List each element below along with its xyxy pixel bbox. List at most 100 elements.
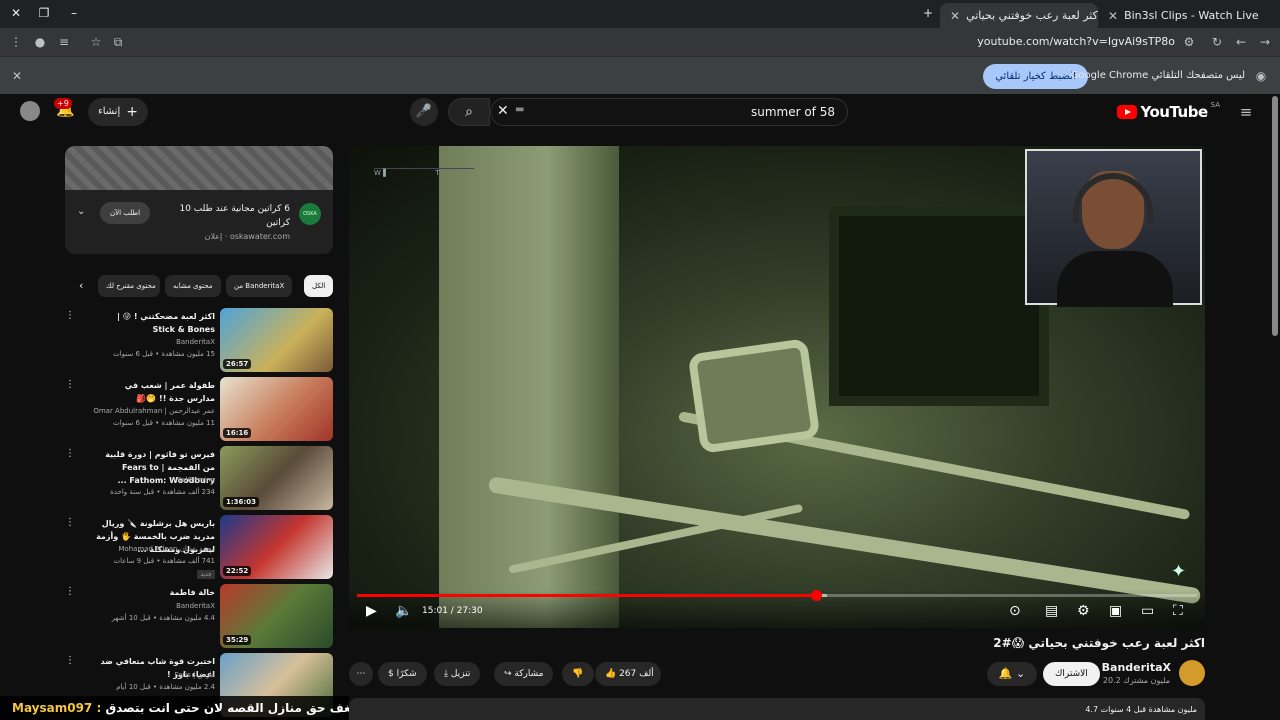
back-icon[interactable]: ← <box>1233 34 1249 50</box>
hamburger-menu-icon[interactable]: ≡ <box>1238 104 1254 120</box>
thumbs-down-icon: 👎 <box>572 669 584 679</box>
browser-tab-strip: ✕ ❐ – ✕ Bin3sl Clips - Watch Live on Kic… <box>0 0 1280 28</box>
list-item[interactable]: 1:36:03 فيرس تو فاثوم | دورة قلبية من ال… <box>65 446 333 510</box>
video-thumbnail[interactable]: 1:36:03 <box>220 446 333 510</box>
channel-name-text: BanderitaX <box>1101 661 1171 674</box>
notification-bell-button[interactable]: 🔔 ⌄ <box>987 662 1037 686</box>
new-badge: جديد <box>197 570 215 579</box>
clear-search-icon[interactable]: ✕ <box>497 103 509 119</box>
rec-channel: BanderitaX <box>176 338 215 346</box>
list-item[interactable]: 22:52 باريس هل برشلونة 🔪 وريال مدريد ضرب… <box>65 515 333 579</box>
miniplayer-icon[interactable]: ▣ <box>1109 603 1122 619</box>
close-icon[interactable]: ✕ <box>950 9 960 23</box>
ad-order-button[interactable]: اطلب الآن <box>100 202 151 224</box>
chevron-left-icon[interactable]: ‹ <box>71 275 91 297</box>
more-options-icon[interactable]: ⋮ <box>65 517 75 528</box>
default-browser-infobar: ✕ الضبط كخيار تلقائي Google Chrome ليس م… <box>0 56 1280 94</box>
share-label: مشاركة <box>514 669 544 679</box>
fullscreen-icon[interactable]: ⛶ <box>1173 603 1183 619</box>
tab-label: (222) اكثر لعبة رعب خوفتني بحياتي <box>966 9 1098 22</box>
close-window-icon[interactable]: ✕ <box>6 6 26 20</box>
search-icon[interactable]: ⌕ <box>448 98 490 126</box>
restore-window-icon[interactable]: ❐ <box>34 6 54 20</box>
list-item[interactable]: 16:16 طفولة عمر | شعب في مدارس جدة !! 🤭🎒… <box>65 377 333 441</box>
filter-chips: الكل من BanderitaX محتوى مشابه محتوى مقت… <box>65 275 334 297</box>
subscribe-button[interactable]: الاشتراك <box>1043 662 1100 686</box>
close-icon[interactable]: ✕ <box>9 68 25 84</box>
more-options-icon[interactable]: ⋮ <box>65 448 75 459</box>
search-query: summer of 58 <box>750 105 835 119</box>
description-box[interactable]: 4.7 مليون مشاهدة قبل 4 سنوات <box>349 698 1205 720</box>
share-button[interactable]: ↪ مشاركة <box>494 662 554 686</box>
forward-icon[interactable]: → <box>1257 34 1273 50</box>
chat-message: شغف حق منازل القصه لان حتى انت بتصدق <box>105 701 349 715</box>
duration-badge: 26:57 <box>223 359 252 369</box>
close-icon[interactable]: ✕ <box>1108 9 1118 23</box>
thanks-button[interactable]: $ شكرًا <box>378 662 427 686</box>
video-thumbnail[interactable]: 35:29 <box>220 584 333 648</box>
video-thumbnail[interactable]: 16:16 <box>220 377 333 441</box>
keyboard-icon[interactable]: ▬ <box>515 104 524 115</box>
chip-all[interactable]: الكل <box>304 275 334 297</box>
theater-mode-icon[interactable]: ▭ <box>1141 603 1154 619</box>
create-button[interactable]: إنشاء + <box>88 98 148 126</box>
play-icon[interactable]: ▶ <box>366 603 377 619</box>
chat-username: Maysam097 : <box>12 701 102 715</box>
more-options-icon[interactable]: ⋮ <box>65 310 75 321</box>
subtitles-icon[interactable]: ▤ <box>1045 603 1058 619</box>
install-icon[interactable]: ⧉ <box>110 34 126 50</box>
views-and-date: 4.7 مليون مشاهدة قبل 4 سنوات <box>1085 705 1197 714</box>
search-input[interactable]: ✕ ▬ summer of 58 <box>490 98 848 126</box>
more-options-icon[interactable]: ⋮ <box>65 586 75 597</box>
progress-bar[interactable] <box>357 590 1197 601</box>
avatar[interactable] <box>20 101 40 121</box>
reload-icon[interactable]: ↻ <box>1209 34 1225 50</box>
download-button[interactable]: ⤓ تنزيل <box>434 662 481 686</box>
new-tab-icon[interactable]: + <box>918 6 938 20</box>
minimize-window-icon[interactable]: – <box>64 6 84 20</box>
tab-kick[interactable]: ✕ Bin3sl Clips - Watch Live on Kick K <box>1098 3 1258 28</box>
chip-from-channel[interactable]: من BanderitaX <box>226 275 293 297</box>
rec-title: خالة فاطمة <box>169 588 215 597</box>
bed-headboard <box>687 338 821 454</box>
channel-name[interactable]: ✔ BanderitaX <box>1092 661 1171 674</box>
profile-icon[interactable]: ● <box>32 34 48 50</box>
played-bar <box>357 594 816 597</box>
rec-channel: عمر عبدالرحمن | Omar Abdulrahman <box>93 407 215 415</box>
headphones <box>1073 173 1153 223</box>
more-actions-button[interactable]: ⋯ <box>349 662 373 686</box>
site-settings-icon[interactable]: ⚙ <box>1181 34 1197 50</box>
autoplay-toggle-icon[interactable]: ⊙ <box>1009 603 1021 619</box>
more-options-icon[interactable]: ⋮ <box>65 655 75 666</box>
menu-icon[interactable]: ⋮ <box>8 34 24 50</box>
video-thumbnail[interactable]: 26:57 <box>220 308 333 372</box>
dislike-button[interactable]: 👎 <box>562 662 594 686</box>
rec-channel: فارس | Faris <box>174 671 215 679</box>
thanks-icon: $ <box>388 669 397 679</box>
page-scrollbar[interactable] <box>1272 96 1278 336</box>
video-thumbnail[interactable]: 22:52 <box>220 515 333 579</box>
like-button[interactable]: 👍 267 ألف <box>595 662 661 686</box>
volume-icon[interactable]: 🔈 <box>395 603 412 619</box>
chip-recommended[interactable]: محتوى مقترح لك <box>98 275 160 297</box>
bookmark-star-icon[interactable]: ☆ <box>88 34 104 50</box>
extensions-icon[interactable]: ≡ <box>56 34 72 50</box>
chevron-down-icon[interactable]: ⌄ <box>77 206 85 217</box>
tab-youtube[interactable]: ✕ (222) اكثر لعبة رعب خوفتني بحياتي ▶ <box>940 3 1098 28</box>
address-bar-row: ⋮ ● ≡ ☆ ⧉ youtube.com/watch?v=IgvAi9sTP8… <box>0 28 1280 56</box>
channel-avatar[interactable] <box>1179 660 1205 686</box>
chip-related[interactable]: محتوى مشابه <box>165 275 221 297</box>
settings-icon[interactable]: ⚙ <box>1077 603 1090 619</box>
url-text[interactable]: youtube.com/watch?v=IgvAi9sTP8o <box>977 35 1175 48</box>
scrubber-handle[interactable] <box>810 590 822 601</box>
youtube-logo[interactable]: YouTube SA <box>1117 101 1220 121</box>
youtube-play-icon <box>1117 105 1138 119</box>
list-item[interactable]: 35:29 خالة فاطمة BanderitaX 4.4 مليون مش… <box>65 584 333 648</box>
video-player[interactable]: W ▌ T ✦ ▶ 🔈 15:01 / 27:30 ⊙ ▤ ⚙ ▣ ▭ ⛶ <box>349 146 1205 628</box>
list-item[interactable]: 26:57 اكثر لعبة مضحكتني ! 😜 | Stick & Bo… <box>65 308 333 372</box>
mic-icon[interactable]: 🎤 <box>410 98 438 126</box>
ad-url: oskawater.com · إعلان <box>204 232 290 241</box>
time-display: 15:01 / 27:30 <box>422 606 483 616</box>
ad-card[interactable]: OSKA 6 كراتين مجانية عند طلب 10 كراتين o… <box>65 146 333 254</box>
more-options-icon[interactable]: ⋮ <box>65 379 75 390</box>
